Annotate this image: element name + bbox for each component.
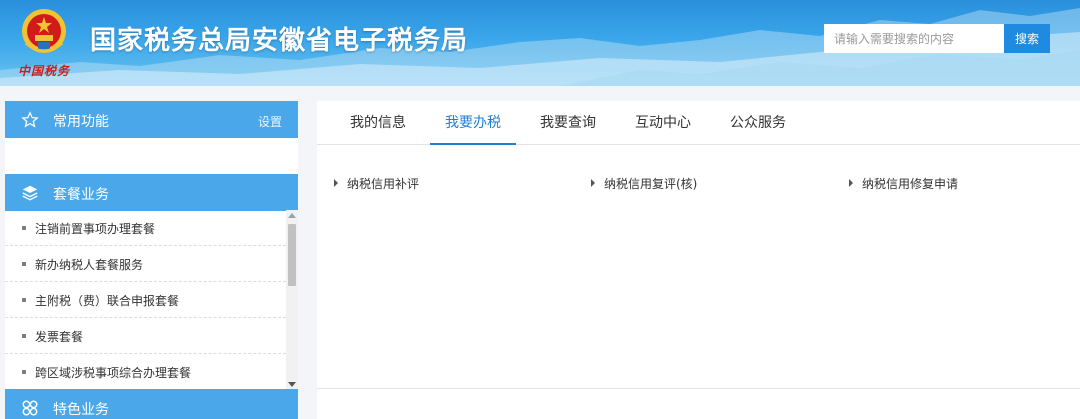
layers-icon <box>22 185 38 201</box>
search-input[interactable] <box>824 24 1004 53</box>
clover-icon <box>22 400 38 416</box>
scroll-down-icon[interactable] <box>288 382 296 387</box>
service-label: 纳税信用修复申请 <box>862 177 959 191</box>
common-functions-label: 常用功能 <box>53 114 109 130</box>
main-panel: 我的信息 我要办税 我要查询 互动中心 公众服务 纳税信用补评 纳税信用复评(核… <box>317 101 1080 419</box>
package-item-label: 主附税（费）联合申报套餐 <box>35 294 180 308</box>
common-functions-area <box>5 138 298 175</box>
tab-public-service[interactable]: 公众服务 <box>715 101 801 145</box>
package-scrollbar[interactable] <box>286 210 298 390</box>
package-item[interactable]: 主附税（费）联合申报套餐 <box>5 282 286 318</box>
tab-my-info[interactable]: 我的信息 <box>337 101 419 145</box>
bullet-icon <box>22 334 26 338</box>
scroll-up-icon[interactable] <box>288 213 296 218</box>
scroll-thumb[interactable] <box>288 224 296 286</box>
package-services-header[interactable]: 套餐业务 <box>5 174 298 211</box>
package-item[interactable]: 新办纳税人套餐服务 <box>5 246 286 282</box>
search-button[interactable]: 搜索 <box>1004 24 1050 53</box>
service-label: 纳税信用复评(核) <box>604 177 698 191</box>
package-item-label: 注销前置事项办理套餐 <box>35 222 156 236</box>
package-services-label: 套餐业务 <box>53 187 109 203</box>
site-header: 中国税务 国家税务总局安徽省电子税务局 搜索 <box>0 0 1080 86</box>
package-list: 注销前置事项办理套餐 新办纳税人套餐服务 主附税（费）联合申报套餐 发票套餐 跨… <box>5 210 286 390</box>
site-title: 国家税务总局安徽省电子税务局 <box>90 26 469 56</box>
package-item[interactable]: 发票套餐 <box>5 318 286 354</box>
tax-emblem-icon <box>22 9 66 53</box>
tab-interaction[interactable]: 互动中心 <box>620 101 706 145</box>
brand-script: 中国税务 <box>18 64 71 78</box>
settings-link[interactable]: 设置 <box>258 113 282 130</box>
arrow-right-icon <box>849 179 853 187</box>
bullet-icon <box>22 298 26 302</box>
sidebar: 常用功能 设置 套餐业务 注销前置事项办理套餐 新办纳税人套餐服务 主附税（费）… <box>5 101 298 419</box>
tab-bar: 我的信息 我要办税 我要查询 互动中心 公众服务 <box>317 101 1080 145</box>
star-icon <box>21 111 39 128</box>
bullet-icon <box>22 226 26 230</box>
bullet-icon <box>22 262 26 266</box>
service-label: 纳税信用补评 <box>347 177 420 191</box>
tab-handle-tax[interactable]: 我要办税 <box>430 101 516 145</box>
arrow-right-icon <box>334 179 338 187</box>
service-link-credit-supplement[interactable]: 纳税信用补评 <box>334 175 419 192</box>
divider <box>317 388 1080 389</box>
arrow-right-icon <box>591 179 595 187</box>
package-item-label: 跨区域涉税事项综合办理套餐 <box>35 366 192 380</box>
package-item[interactable]: 跨区域涉税事项综合办理套餐 <box>5 354 286 390</box>
package-item-label: 新办纳税人套餐服务 <box>35 258 144 272</box>
package-item-label: 发票套餐 <box>35 330 84 344</box>
special-services-label: 特色业务 <box>53 402 109 418</box>
tab-query[interactable]: 我要查询 <box>525 101 611 145</box>
common-functions-header[interactable]: 常用功能 设置 <box>5 101 298 138</box>
service-link-credit-review[interactable]: 纳税信用复评(核) <box>591 175 697 192</box>
special-services-header[interactable]: 特色业务 <box>5 389 298 419</box>
service-link-credit-repair[interactable]: 纳税信用修复申请 <box>849 175 958 192</box>
bullet-icon <box>22 370 26 374</box>
package-item[interactable]: 注销前置事项办理套餐 <box>5 210 286 246</box>
